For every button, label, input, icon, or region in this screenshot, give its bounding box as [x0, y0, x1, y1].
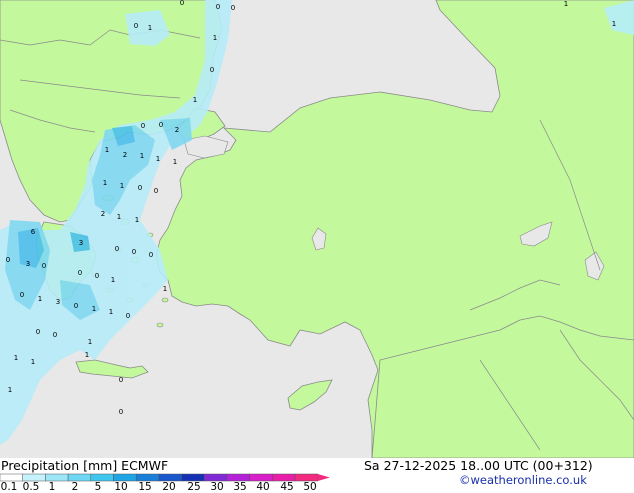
precip-value-label: 0	[231, 4, 235, 12]
legend-label: 15	[138, 481, 152, 493]
precip-value-label: 2	[175, 126, 179, 134]
precip-value-label: 0	[134, 22, 138, 30]
legend-swatch	[90, 473, 114, 482]
precip-value-label: 0	[119, 408, 123, 416]
precip-value-label: 0	[138, 184, 142, 192]
legend-swatch	[45, 473, 69, 482]
precip-value-label: 1	[92, 305, 96, 313]
precip-value-label: 3	[26, 260, 30, 268]
map-footer: Precipitation [mm] ECMWF Sa 27-12-2025 1…	[0, 458, 634, 493]
precip-value-label: 0	[42, 262, 46, 270]
legend-label: 30	[210, 481, 224, 493]
legend-label: 20	[162, 481, 176, 493]
legend-swatch	[67, 473, 92, 482]
precip-value-label: 6	[31, 228, 36, 236]
precip-value-label: 0	[180, 0, 184, 7]
legend-swatch	[181, 473, 205, 482]
legend-label: 0.5	[22, 481, 40, 493]
legend-swatch	[226, 473, 250, 482]
precip-value-label: 1	[163, 285, 167, 293]
legend-label: 25	[187, 481, 201, 493]
legend-label: 35	[233, 481, 247, 493]
precip-value-label: 1	[103, 179, 107, 187]
precip-value-label: 2	[101, 210, 105, 218]
legend-swatch	[272, 473, 296, 482]
precip-value-label: 1	[156, 155, 160, 163]
precip-value-label: 1	[148, 24, 152, 32]
legend-swatch	[22, 473, 46, 482]
precip-value-label: 1	[31, 358, 35, 366]
legend-label: 10	[114, 481, 128, 493]
precip-value-label: 0	[6, 256, 10, 264]
precip-value-label: 3	[79, 239, 83, 247]
precip-value-label: 1	[85, 351, 89, 359]
precip-value-label: 1	[612, 20, 616, 28]
legend-label: 50	[303, 481, 317, 493]
map-title: Precipitation [mm] ECMWF	[1, 458, 169, 473]
precip-value-label: 1	[14, 354, 18, 362]
legend-arrow	[317, 474, 330, 481]
precip-value-label: 0	[126, 312, 130, 320]
precip-value-label: 0	[53, 331, 57, 339]
legend-swatch	[158, 473, 182, 482]
precip-value-label: 1	[173, 158, 177, 166]
legend-label: 40	[256, 481, 270, 493]
precip-value-label: 0	[119, 376, 123, 384]
legend-label: 2	[71, 481, 79, 493]
precip-value-label: 0	[20, 291, 24, 299]
precip-value-label: 1	[8, 386, 12, 394]
precip-value-label: 0	[115, 245, 119, 253]
legend-swatch	[113, 473, 137, 482]
precipitation-map: 0 1 0 0 0 1 0 1 0 0 2 1 2 1 1 1 1 1 0 0 2 1 1 6 3 0 0 0 0 3 0 0 0 1 0 1 3 0 1 1…	[0, 0, 634, 458]
precip-value-label: 0	[216, 3, 220, 11]
forecast-time: Sa 27-12-2025 18..00 UTC (00+312)	[364, 458, 593, 473]
precip-value-label: 1	[88, 338, 92, 346]
precip-value-label: 0	[74, 302, 78, 310]
precip-value-label: 0	[210, 66, 214, 74]
legend-swatch	[135, 473, 160, 482]
precip-value-label: 1	[111, 276, 115, 284]
precip-value-label: 1	[105, 146, 109, 154]
precip-value-label: 1	[140, 152, 144, 160]
credit-link[interactable]: ©weatheronline.co.uk	[459, 473, 587, 487]
precip-value-label: 0	[132, 248, 136, 256]
precip-value-label: 2	[123, 151, 127, 159]
precip-value-label: 1	[117, 213, 121, 221]
precip-value-label: 0	[159, 121, 163, 129]
precip-value-label: 1	[193, 96, 197, 104]
precip-value-label: 0	[154, 187, 158, 195]
precip-value-label: 0	[141, 122, 145, 130]
precip-value-label: 3	[56, 298, 60, 306]
precip-value-label: 0	[36, 328, 40, 336]
precip-value-label: 0	[149, 251, 153, 259]
precip-value-label: 1	[135, 216, 139, 224]
precip-value-label: 1	[564, 0, 568, 8]
legend-label: 45	[280, 481, 294, 493]
legend-swatch	[0, 473, 23, 482]
legend-swatch	[294, 473, 319, 482]
precip-value-label: 1	[120, 182, 124, 190]
legend-swatch	[204, 473, 228, 482]
precip-value-label: 0	[78, 269, 82, 277]
precip-value-label: 0	[95, 272, 99, 280]
legend-label: 1	[48, 481, 56, 493]
legend-swatch	[249, 473, 273, 482]
precip-value-label: 1	[213, 34, 217, 42]
precip-value-label: 1	[109, 308, 113, 316]
legend-label: 0.1	[0, 481, 18, 493]
legend-label: 5	[94, 481, 102, 493]
precip-value-label: 1	[38, 295, 42, 303]
